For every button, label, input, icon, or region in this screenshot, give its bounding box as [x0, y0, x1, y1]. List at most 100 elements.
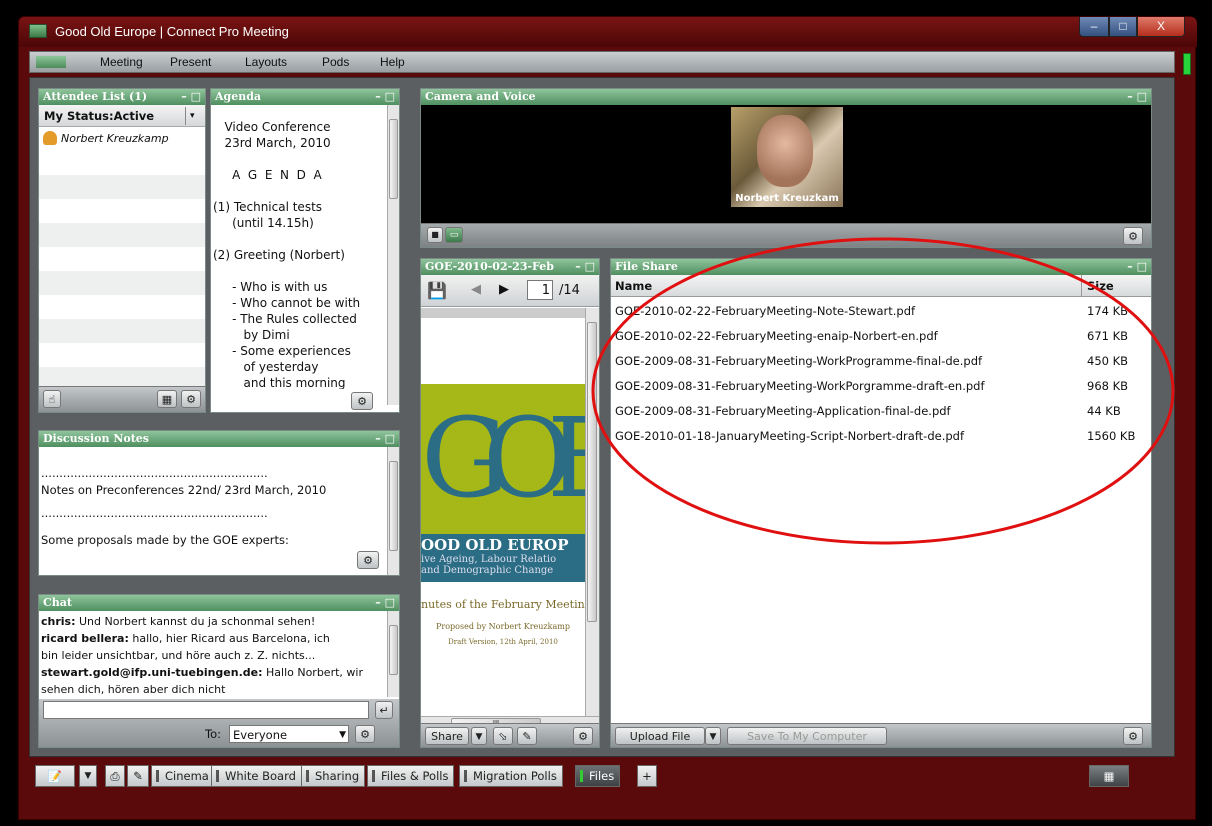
tab-indicator [464, 770, 467, 782]
stop-icon[interactable]: ■ [427, 227, 443, 243]
file-share-pod-footer: Upload File ▼ Save To My Computer ⚙ [611, 723, 1151, 747]
document-pod-header: GOE-2010-02-23-Feb – □ [421, 259, 599, 275]
chevron-down-icon[interactable]: ▼ [705, 727, 721, 745]
layout-tabs: Cinema White Board Sharing Files & Polls Mig… [151, 761, 751, 791]
gear-icon[interactable]: ⚙ [573, 727, 593, 745]
cover-letters: GOE [421, 378, 585, 538]
video-face [757, 115, 813, 187]
notes-line-2: Some proposals made by the GOE experts: [41, 533, 289, 547]
layout-tab[interactable]: Migration Polls [459, 765, 563, 787]
connect-logo-icon[interactable] [36, 56, 66, 68]
pointer-icon[interactable]: ⬂ [493, 727, 513, 745]
pod-controls-icon[interactable]: – □ [1127, 89, 1147, 105]
document-pod: GOE-2010-02-23-Feb – □ 💾 ◀ ▶ 1 /14 GOE OO… [420, 258, 600, 748]
chevron-down-icon[interactable]: ▼ [339, 726, 346, 744]
minimize-button[interactable]: – [1079, 17, 1109, 37]
chat-pod-header: Chat – □ [39, 595, 399, 611]
notes-scrollbar[interactable] [387, 447, 399, 575]
recipient-value: Everyone [233, 728, 288, 742]
status-selector[interactable]: My Status:Active ▾ [39, 105, 205, 127]
save-icon[interactable]: 💾 [427, 281, 447, 300]
camera-pod: Camera and Voice – □ Norbert Kreuzkam ■ ▭… [420, 88, 1152, 248]
page-number-field[interactable]: 1 [527, 280, 553, 300]
recipient-select[interactable]: Everyone ▼ [229, 725, 349, 743]
video-name: Norbert Kreuzkam [735, 193, 839, 204]
agenda-text: Video Conference 23rd March, 2010 A G E … [213, 119, 385, 389]
attendee-row[interactable]: Norbert Kreuzkamp [39, 127, 205, 151]
video-feed[interactable]: Norbert Kreuzkam [731, 107, 843, 207]
attendee-pod-footer: ☝ ▦ ⚙ [39, 386, 205, 412]
draw-tool-icon[interactable]: ✎ [127, 765, 149, 787]
pod-controls-icon[interactable]: – □ [375, 89, 395, 105]
scroll-thumb[interactable] [389, 119, 398, 199]
menu-help[interactable]: Help [380, 55, 405, 69]
fullscreen-layout-icon[interactable]: ▦ [1089, 765, 1129, 787]
chat-text: sehen dich, hören aber dich nicht [41, 683, 226, 696]
attendee-pod: Attendee List (1) – □ My Status:Active ▾ … [38, 88, 206, 413]
attendee-pod-title: Attendee List (1) [43, 90, 148, 103]
agenda-scrollbar[interactable] [387, 105, 399, 405]
gear-icon[interactable]: ⚙ [351, 392, 373, 410]
tab-indicator [372, 770, 375, 782]
layout-tab[interactable]: Files [575, 765, 621, 787]
status-label: My Status:Active [44, 109, 155, 123]
camera-pod-header: Camera and Voice – □ [421, 89, 1151, 105]
chevron-down-icon[interactable]: ▼ [471, 727, 487, 745]
chevron-down-icon[interactable]: ▾ [185, 107, 195, 125]
menu-pods[interactable]: Pods [322, 55, 349, 69]
agenda-line: (until 14.15h) [213, 216, 314, 230]
draw-icon[interactable]: ✎ [517, 727, 537, 745]
annotation-ellipse [591, 237, 1175, 545]
pod-controls-icon[interactable]: – □ [181, 89, 201, 105]
agenda-line [213, 183, 385, 199]
tab-label: Sharing [315, 769, 360, 783]
next-page-icon[interactable]: ▶ [499, 282, 509, 297]
layout-tab[interactable]: Cinema [151, 765, 215, 787]
title-bar: Good Old Europe | Connect Pro Meeting – … [19, 17, 1197, 47]
pod-controls-icon[interactable]: – □ [375, 431, 395, 447]
close-button[interactable]: X [1137, 17, 1185, 37]
chevron-down-icon[interactable]: ▼ [79, 765, 97, 787]
layout-icon[interactable]: ▦ [157, 390, 177, 408]
upload-file-button[interactable]: Upload File [615, 727, 705, 745]
gear-icon[interactable]: ⚙ [357, 551, 379, 569]
share-button[interactable]: Share [425, 727, 469, 745]
prev-page-icon[interactable]: ◀ [471, 282, 481, 297]
camera-icon[interactable]: ▭ [445, 227, 463, 243]
notes-line-1: Notes on Preconferences 22nd/ 23rd March… [41, 483, 327, 497]
menu-layouts[interactable]: Layouts [245, 55, 287, 69]
menu-meeting[interactable]: Meeting [100, 55, 143, 69]
tab-label: Cinema [165, 769, 209, 783]
layout-tab[interactable]: Files & Polls [367, 765, 455, 787]
menu-present[interactable]: Present [170, 55, 211, 69]
maximize-button[interactable]: □ [1109, 17, 1137, 37]
layout-tab[interactable]: White Board [211, 765, 302, 787]
gear-icon[interactable]: ⚙ [1123, 727, 1143, 745]
chat-input[interactable] [43, 701, 369, 719]
agenda-line: - The Rules collected [213, 312, 357, 326]
gear-icon[interactable]: ⚙ [181, 390, 201, 408]
chat-sender: ricard bellera: [41, 632, 129, 645]
scroll-thumb[interactable] [389, 625, 398, 675]
cover-subtitle-2: and Demographic Change [421, 565, 554, 576]
send-icon[interactable]: ↵ [375, 701, 393, 719]
gear-icon[interactable]: ⚙ [355, 725, 375, 743]
page-total: /14 [559, 283, 580, 298]
print-icon[interactable]: ⎙ [105, 765, 125, 787]
chat-message: bin leider unsichtbar, und höre auch z. … [41, 647, 385, 664]
tab-indicator [216, 770, 219, 782]
agenda-line: - Who cannot be with [213, 296, 361, 310]
agenda-line: 23rd March, 2010 [213, 136, 331, 150]
save-to-computer-button[interactable]: Save To My Computer [727, 727, 887, 745]
chat-scrollbar[interactable] [387, 611, 399, 697]
tab-indicator [306, 770, 309, 782]
pod-controls-icon[interactable]: – □ [375, 595, 395, 611]
agenda-line: - Who is with us [213, 280, 328, 294]
raise-hand-icon[interactable]: ☝ [43, 390, 61, 408]
chat-message: ricard bellera: hallo, hier Ricard aus B… [41, 630, 385, 647]
layout-tab[interactable]: Sharing [301, 765, 366, 787]
add-layout-icon[interactable]: + [637, 765, 657, 787]
agenda-line: - Some experiences [213, 344, 351, 358]
scroll-thumb[interactable] [389, 461, 398, 551]
add-pod-icon[interactable]: 📝 [35, 765, 75, 787]
